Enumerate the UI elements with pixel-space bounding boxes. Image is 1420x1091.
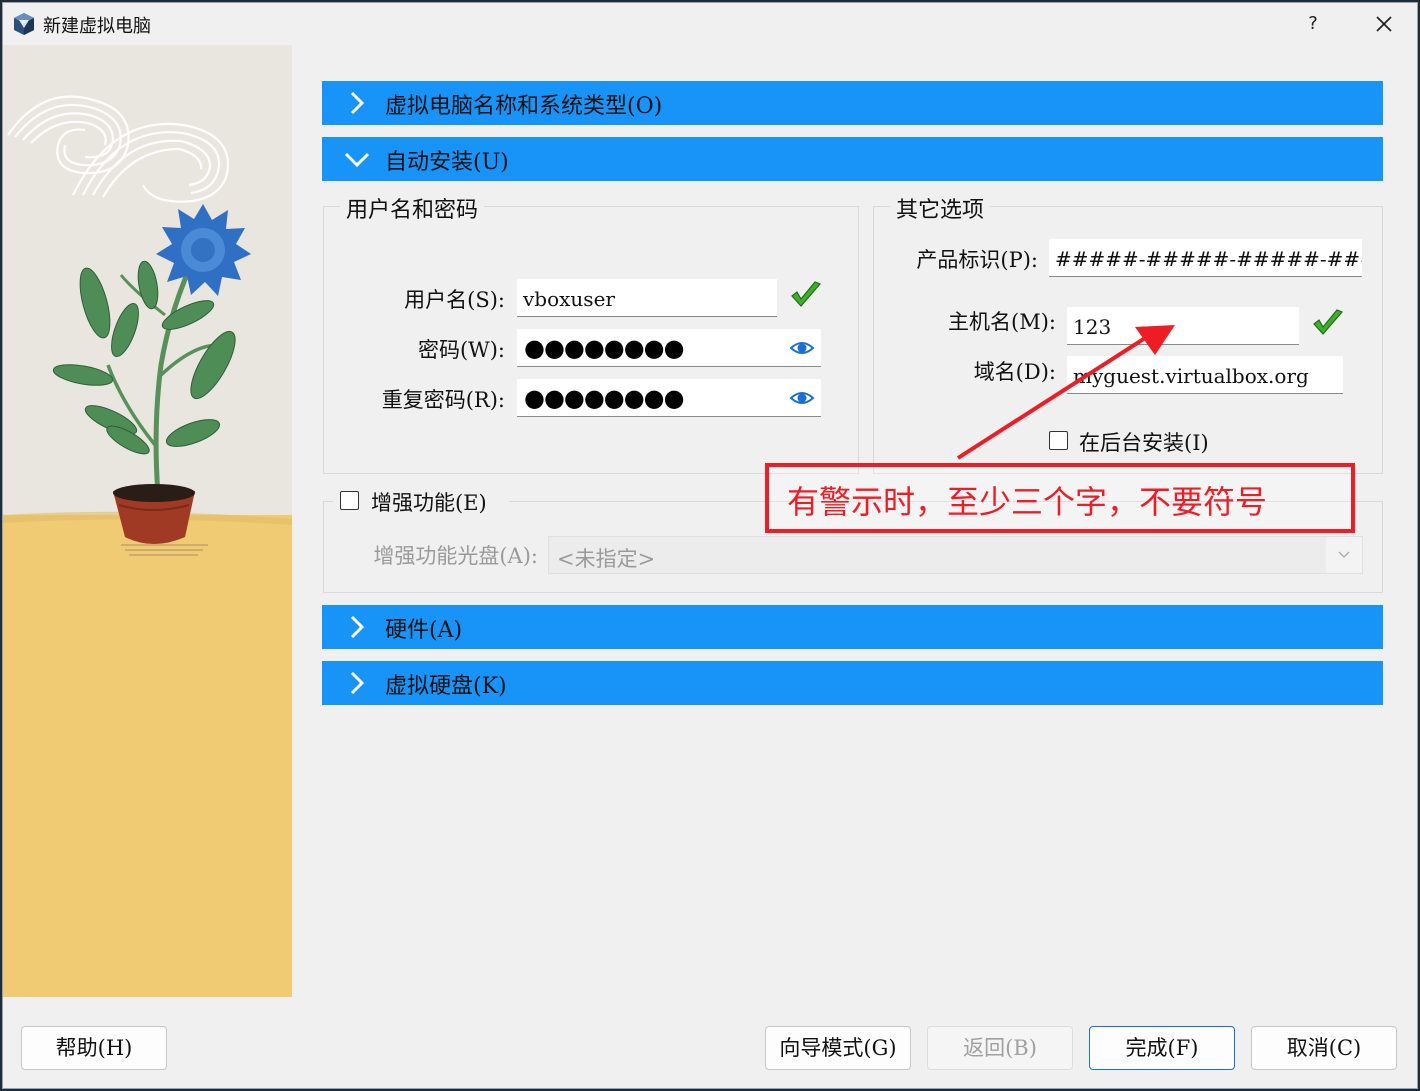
section-hardware-label: 硬件(A) bbox=[385, 618, 463, 643]
guest-additions-checkbox[interactable] bbox=[340, 491, 359, 510]
section-unattended-label: 自动安装(U) bbox=[385, 150, 509, 175]
close-icon[interactable] bbox=[1367, 9, 1401, 39]
section-unattended[interactable]: 自动安装(U) bbox=[322, 137, 1383, 181]
guided-mode-button[interactable]: 向导模式(G) bbox=[765, 1026, 911, 1070]
product-key-field[interactable]: #####-#####-#####-#####-## bbox=[1049, 239, 1362, 277]
repeat-password-label: 重复密码(R): bbox=[381, 388, 505, 412]
chevron-right-icon bbox=[350, 671, 365, 695]
password-label: 密码(W): bbox=[417, 338, 505, 362]
chevron-right-icon bbox=[350, 615, 365, 639]
product-key-value: #####-#####-#####-#####-## bbox=[1055, 247, 1362, 271]
annotation-callout: 有警示时，至少三个字，不要符号 bbox=[765, 463, 1355, 533]
help-button[interactable]: 帮助(H) bbox=[21, 1026, 167, 1070]
domain-field[interactable]: myguest.virtualbox.org bbox=[1067, 356, 1343, 394]
back-button[interactable]: 返回(B) bbox=[927, 1026, 1073, 1070]
username-label: 用户名(S): bbox=[404, 288, 505, 312]
chevron-down-icon bbox=[1338, 551, 1350, 559]
section-virtual-disk[interactable]: 虚拟硬盘(K) bbox=[322, 661, 1383, 705]
username-field[interactable]: vboxuser bbox=[517, 279, 777, 317]
background-install-label: 在后台安装(I) bbox=[1079, 431, 1209, 455]
user-password-group-title: 用户名和密码 bbox=[340, 192, 485, 224]
cancel-button[interactable]: 取消(C) bbox=[1251, 1026, 1397, 1070]
valid-check-icon bbox=[1313, 309, 1344, 335]
virtualbox-cube-icon bbox=[14, 13, 34, 35]
new-vm-dialog: 新建虚拟电脑 ? 虚拟电脑名称和系统类型(O) 自动安装(U) 用户名和密码 用… bbox=[2, 2, 1418, 1089]
flower-pot-illustration bbox=[3, 95, 292, 997]
guest-additions-iso-value: <未指定> bbox=[557, 547, 656, 571]
show-repeat-password-eye-icon[interactable] bbox=[789, 387, 815, 409]
other-options-group-title: 其它选项 bbox=[890, 192, 991, 224]
hostname-value: 123 bbox=[1073, 315, 1112, 339]
wizard-illustration bbox=[3, 45, 292, 997]
domain-label: 域名(D): bbox=[973, 360, 1056, 384]
show-password-eye-icon[interactable] bbox=[789, 337, 815, 359]
domain-value: myguest.virtualbox.org bbox=[1073, 364, 1309, 388]
annotation-text: 有警示时，至少三个字，不要符号 bbox=[787, 483, 1268, 521]
chevron-down-icon bbox=[344, 152, 370, 168]
context-help-button[interactable]: ? bbox=[1301, 11, 1325, 37]
finish-button[interactable]: 完成(F) bbox=[1089, 1026, 1235, 1070]
valid-check-icon bbox=[791, 281, 822, 307]
background-install-checkbox[interactable] bbox=[1049, 431, 1068, 450]
guest-additions-iso-select: <未指定> bbox=[548, 536, 1363, 574]
password-field[interactable]: ●●●●●●●● bbox=[517, 329, 821, 367]
chevron-right-icon bbox=[350, 91, 365, 115]
guest-additions-label: 增强功能(E) bbox=[371, 491, 487, 515]
product-key-label: 产品标识(P): bbox=[916, 248, 1038, 272]
repeat-password-field[interactable]: ●●●●●●●● bbox=[517, 379, 821, 417]
section-virtual-disk-label: 虚拟硬盘(K) bbox=[385, 674, 507, 699]
title-bar: 新建虚拟电脑 ? bbox=[3, 3, 1417, 45]
hostname-field[interactable]: 123 bbox=[1067, 307, 1299, 345]
username-value: vboxuser bbox=[523, 287, 615, 311]
repeat-password-masked-value: ●●●●●●●● bbox=[524, 384, 685, 412]
hostname-label: 主机名(M): bbox=[948, 310, 1056, 334]
section-hardware[interactable]: 硬件(A) bbox=[322, 605, 1383, 649]
section-name-os[interactable]: 虚拟电脑名称和系统类型(O) bbox=[322, 81, 1383, 125]
password-masked-value: ●●●●●●●● bbox=[524, 334, 685, 362]
dropdown-button bbox=[1326, 537, 1362, 573]
section-name-os-label: 虚拟电脑名称和系统类型(O) bbox=[385, 94, 663, 119]
window-title: 新建虚拟电脑 bbox=[43, 16, 151, 37]
guest-additions-iso-label: 增强功能光盘(A): bbox=[373, 544, 538, 568]
